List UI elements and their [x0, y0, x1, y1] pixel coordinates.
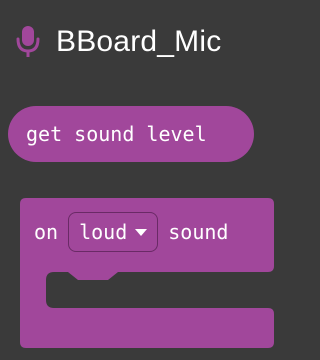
category-title: BBoard_Mic	[56, 25, 222, 58]
event-suffix: sound	[168, 220, 229, 244]
get-sound-level-block[interactable]: get sound level	[8, 106, 254, 162]
dropdown-value: loud	[79, 220, 128, 244]
category-header: BBoard_Mic	[14, 20, 221, 64]
block-label: get sound level	[26, 122, 207, 146]
microphone-icon	[14, 24, 42, 60]
event-prefix: on	[34, 220, 59, 244]
sound-event-dropdown[interactable]: loud	[68, 212, 159, 252]
event-block-header: on loud sound	[20, 198, 274, 266]
caret-down-icon	[135, 228, 148, 236]
